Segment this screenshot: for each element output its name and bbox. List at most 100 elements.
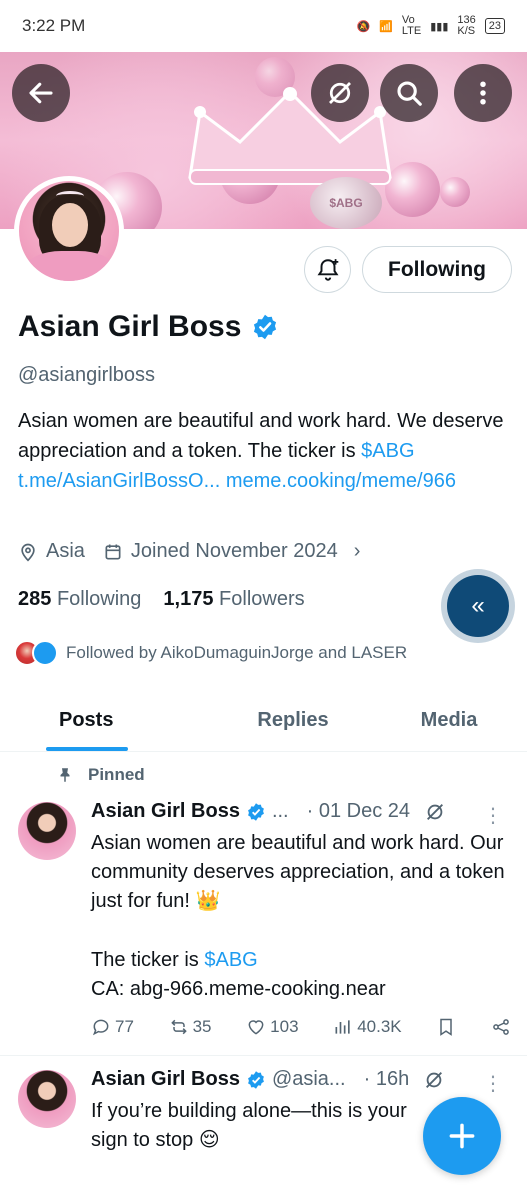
post-handle: @asia... [271, 1068, 346, 1090]
post-avatar[interactable] [18, 802, 76, 860]
grok-icon[interactable] [424, 801, 446, 823]
joined-date: Joined November 2024 [130, 540, 338, 562]
compose-post-button[interactable] [423, 1097, 501, 1175]
post-author-name[interactable]: Asian Girl Boss [91, 800, 240, 823]
post-ticker-prefix: The ticker is [91, 949, 205, 971]
post-ticker-link[interactable]: $ABG [204, 949, 257, 971]
follow-counts: 285 Following 1,175 Followers [18, 588, 305, 611]
follower-avatar [32, 640, 58, 666]
post-avatar[interactable] [18, 1070, 76, 1128]
repost-icon [170, 1019, 187, 1035]
plus-icon [449, 1123, 475, 1149]
battery-icon: 23 [484, 18, 505, 34]
chevron-right-icon[interactable]: › [354, 540, 361, 563]
followers-count: 1,175 [163, 588, 214, 610]
post-header: Asian Girl Boss ... · 01 Dec 24 [91, 800, 511, 823]
status-bar: 3:22 PM 🔕 📶 Vo LTE ▮▮▮ 136 K/S 23 [0, 0, 527, 52]
following-label: Following [56, 588, 142, 610]
following-count: 285 [18, 588, 52, 610]
views-button[interactable]: 40.3K [333, 1017, 402, 1037]
tab-replies[interactable]: Replies [215, 690, 371, 751]
tab-posts[interactable]: Posts [0, 690, 215, 751]
volte-icon: Vo LTE [402, 15, 421, 37]
post-body: If you’re building alone—this is your si… [91, 1100, 407, 1151]
post-text-main: Asian women are beautiful and work hard.… [91, 832, 505, 912]
post-time: · 16h [363, 1068, 410, 1090]
post-more-icon[interactable]: ⋮ [483, 1071, 503, 1096]
bio-ticker-link[interactable]: $ABG [361, 440, 414, 462]
avatar-dress [27, 251, 113, 281]
post-body-ticker: The ticker is $ABG [91, 946, 511, 975]
followers-label: Followers [219, 588, 305, 610]
tab-media[interactable]: Media [371, 690, 527, 751]
post-author-name[interactable]: Asian Girl Boss [91, 1068, 240, 1091]
reply-icon [92, 1019, 109, 1036]
pinned-text: Pinned [88, 765, 145, 784]
followers-count-link[interactable]: 1,175 Followers [163, 588, 304, 611]
verified-badge-icon [248, 802, 264, 821]
abg-coin: $ABG [310, 177, 382, 229]
back-button[interactable] [12, 64, 70, 122]
reply-count: 77 [115, 1017, 134, 1036]
following-button[interactable]: Following [362, 246, 512, 293]
collapse-fab-button[interactable]: « [447, 575, 509, 637]
pinned-label: Pinned [56, 765, 145, 785]
followed-by-text: Followed by AikoDumaguinJorge and LASER [66, 643, 408, 662]
notifications-button[interactable] [304, 246, 351, 293]
profile-avatar[interactable] [14, 176, 124, 286]
post-body-ca: CA: abg-966.meme-cooking.near [91, 978, 386, 1000]
analytics-icon [335, 1020, 350, 1034]
grok-button[interactable] [311, 64, 369, 122]
bell-plus-icon [317, 258, 338, 281]
followed-by-row[interactable]: Followed by AikoDumaguinJorge and LASER [14, 640, 407, 666]
followed-by-avatars [14, 640, 58, 666]
views-count: 40.3K [357, 1017, 402, 1036]
like-count: 103 [270, 1017, 299, 1036]
post-handle: ... [271, 800, 289, 822]
more-options-button[interactable] [454, 64, 512, 122]
bio-meme-link[interactable]: meme.cooking/meme/966 [226, 470, 456, 492]
profile-bio: Asian women are beautiful and work hard.… [18, 406, 508, 496]
post-time: · 01 Dec 24 [306, 800, 410, 822]
location-icon [21, 543, 35, 562]
double-chevron-left-icon: « [471, 592, 485, 619]
profile-name-text: Asian Girl Boss [18, 310, 242, 343]
post-header: Asian Girl Boss @asia... · 16h [91, 1068, 511, 1091]
like-button[interactable]: 103 [246, 1017, 299, 1037]
post-actions: 77 35 103 40.3K [91, 1017, 511, 1037]
avatar-face [52, 203, 88, 247]
reply-button[interactable]: 77 [91, 1017, 134, 1037]
bookmark-icon [440, 1018, 453, 1036]
post-more-icon[interactable]: ⋮ [483, 803, 503, 828]
share-icon [493, 1019, 509, 1035]
profile-tabs: Posts Replies Media [0, 690, 527, 752]
grok-icon [329, 82, 351, 104]
profile-meta: Asia Joined November 2024 › [18, 540, 360, 563]
pin-icon [60, 768, 70, 782]
wifi-icon: 📶 [379, 20, 393, 33]
profile-name: Asian Girl Boss [18, 310, 279, 344]
bio-text: Asian women are beautiful and work hard.… [18, 410, 504, 462]
grok-icon[interactable] [423, 1069, 445, 1091]
signal-icon: ▮▮▮ [430, 20, 449, 33]
repost-count: 35 [192, 1017, 212, 1036]
abg-coin-label: $ABG [329, 196, 363, 210]
avatar-tiara [56, 191, 84, 201]
search-icon [397, 81, 422, 106]
bookmark-button[interactable] [436, 1017, 456, 1037]
search-button[interactable] [380, 64, 438, 122]
banner-bubble [440, 177, 470, 207]
lte-label: LTE [401, 25, 422, 37]
calendar-icon [105, 544, 121, 559]
more-vertical-icon [480, 81, 486, 105]
location-text: Asia [46, 540, 85, 562]
verified-badge-icon [248, 1070, 264, 1089]
bio-telegram-link[interactable]: t.me/AsianGirlBossO... [18, 470, 220, 492]
profile-handle: @asiangirlboss [18, 364, 156, 386]
repost-button[interactable]: 35 [169, 1017, 212, 1037]
share-button[interactable] [491, 1017, 511, 1037]
status-time: 3:22 PM [22, 16, 86, 35]
back-arrow-icon [29, 82, 53, 104]
following-count-link[interactable]: 285 Following [18, 588, 141, 611]
mute-icon: 🔕 [356, 20, 371, 33]
